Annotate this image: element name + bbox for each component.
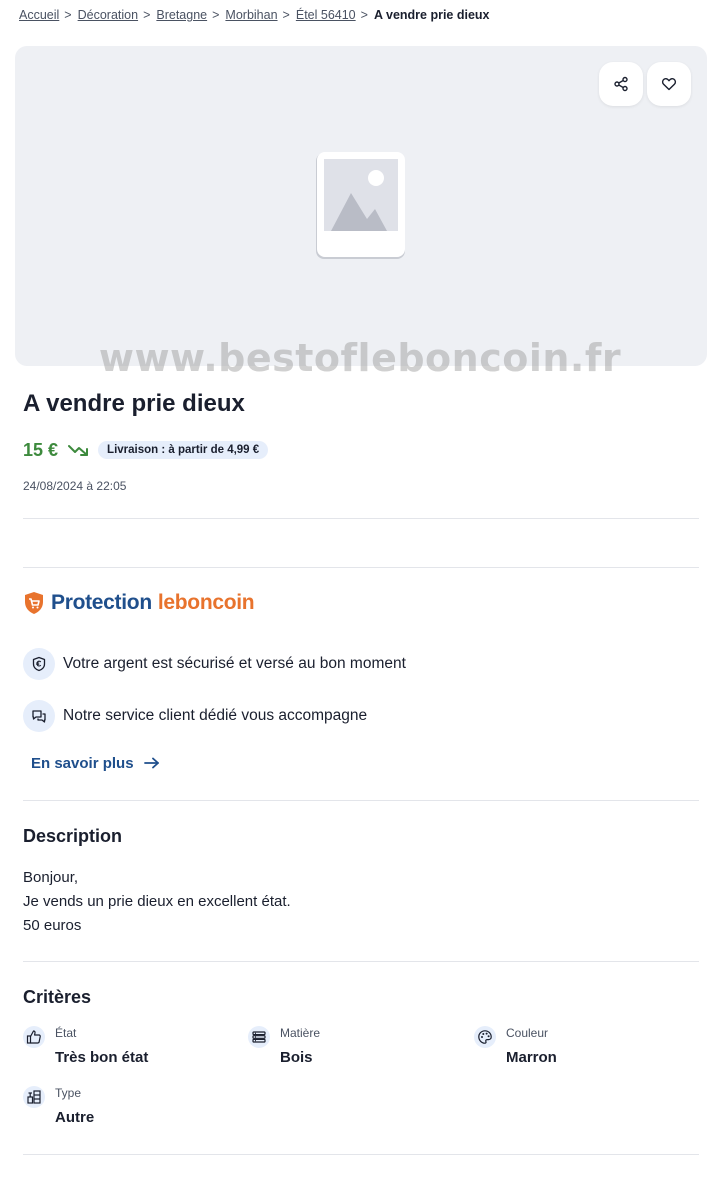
leboncoin-word: leboncoin xyxy=(157,591,255,614)
criteria-label: Matière xyxy=(280,1026,321,1040)
chat-icon xyxy=(23,700,55,732)
criteria-item-couleur: Couleur Marron xyxy=(474,1026,557,1066)
arrow-right-icon xyxy=(143,757,160,769)
trending-down-icon xyxy=(68,443,90,457)
criteria-label: État xyxy=(55,1026,77,1040)
euro-shield-icon xyxy=(23,648,55,680)
criteria-value: Très bon état xyxy=(55,1049,149,1066)
criteria-value: Autre xyxy=(55,1109,95,1126)
divider xyxy=(23,961,699,962)
thumbs-up-icon xyxy=(23,1026,45,1048)
watermark: www.bestofleboncoin.fr xyxy=(98,336,622,380)
feature-text: Votre argent est sécurisé et versé au bo… xyxy=(63,655,406,672)
divider xyxy=(23,518,699,519)
breadcrumb-separator: > xyxy=(143,8,151,22)
breadcrumb-separator: > xyxy=(212,8,220,22)
delivery-badge: Livraison : à partir de 4,99 € xyxy=(98,441,269,459)
protection-feature: Notre service client dédié vous accompag… xyxy=(23,700,367,732)
breadcrumb-current: A vendre prie dieux xyxy=(373,8,490,22)
breadcrumb-link-morbihan[interactable]: Morbihan xyxy=(225,8,277,22)
description-line: Je vends un prie dieux en excellent état… xyxy=(23,893,291,910)
description-text: Bonjour, Je vends un prie dieux en excel… xyxy=(23,866,291,938)
price-row: 15 € Livraison : à partir de 4,99 € xyxy=(23,438,269,462)
furniture-icon xyxy=(23,1086,45,1108)
listing-price: 15 € xyxy=(23,439,59,460)
breadcrumb-link-bretagne[interactable]: Bretagne xyxy=(156,8,207,22)
criteria-item-etat: État Très bon état xyxy=(23,1026,148,1066)
divider xyxy=(23,567,699,568)
criteria-title: Critères xyxy=(23,987,92,1007)
divider xyxy=(23,800,699,801)
feature-text: Notre service client dédié vous accompag… xyxy=(63,707,368,724)
breadcrumb-separator: > xyxy=(64,8,72,22)
criteria-value: Bois xyxy=(280,1049,313,1066)
image-placeholder-icon xyxy=(315,151,407,266)
breadcrumb: Accueil > Décoration > Bretagne > Morbihan >… xyxy=(19,6,490,24)
breadcrumb-separator: > xyxy=(282,8,290,22)
share-icon xyxy=(614,76,628,92)
palette-icon xyxy=(474,1026,496,1048)
learn-more-link[interactable]: En savoir plus xyxy=(31,752,160,774)
divider xyxy=(23,1154,699,1155)
image-gallery[interactable] xyxy=(15,46,707,366)
criteria-item-type: Type Autre xyxy=(23,1086,94,1126)
breadcrumb-link-etel[interactable]: Étel 56410 xyxy=(296,8,356,22)
description-line: Bonjour, xyxy=(23,869,79,886)
criteria-label: Couleur xyxy=(506,1026,549,1040)
breadcrumb-link-decoration[interactable]: Décoration xyxy=(78,8,138,22)
share-button[interactable] xyxy=(599,62,643,106)
listing-date: 24/08/2024 à 22:05 xyxy=(23,479,127,493)
layers-icon xyxy=(248,1026,270,1048)
breadcrumb-link-accueil[interactable]: Accueil xyxy=(19,8,59,22)
listing-title: A vendre prie dieux xyxy=(23,390,245,417)
protection-word: Protection xyxy=(51,591,152,614)
learn-more-label: En savoir plus xyxy=(31,754,134,772)
protection-feature: Votre argent est sécurisé et versé au bo… xyxy=(23,648,406,680)
criteria-item-matiere: Matière Bois xyxy=(248,1026,320,1066)
description-line: 50 euros xyxy=(23,917,82,934)
description-title: Description xyxy=(23,826,123,846)
favorite-button[interactable] xyxy=(647,62,691,106)
protection-logo: Protection leboncoin xyxy=(23,589,255,617)
criteria-label: Type xyxy=(55,1086,82,1100)
shield-cart-icon xyxy=(25,592,43,614)
breadcrumb-separator: > xyxy=(360,8,368,22)
heart-icon xyxy=(661,78,677,91)
criteria-value: Marron xyxy=(506,1049,557,1066)
